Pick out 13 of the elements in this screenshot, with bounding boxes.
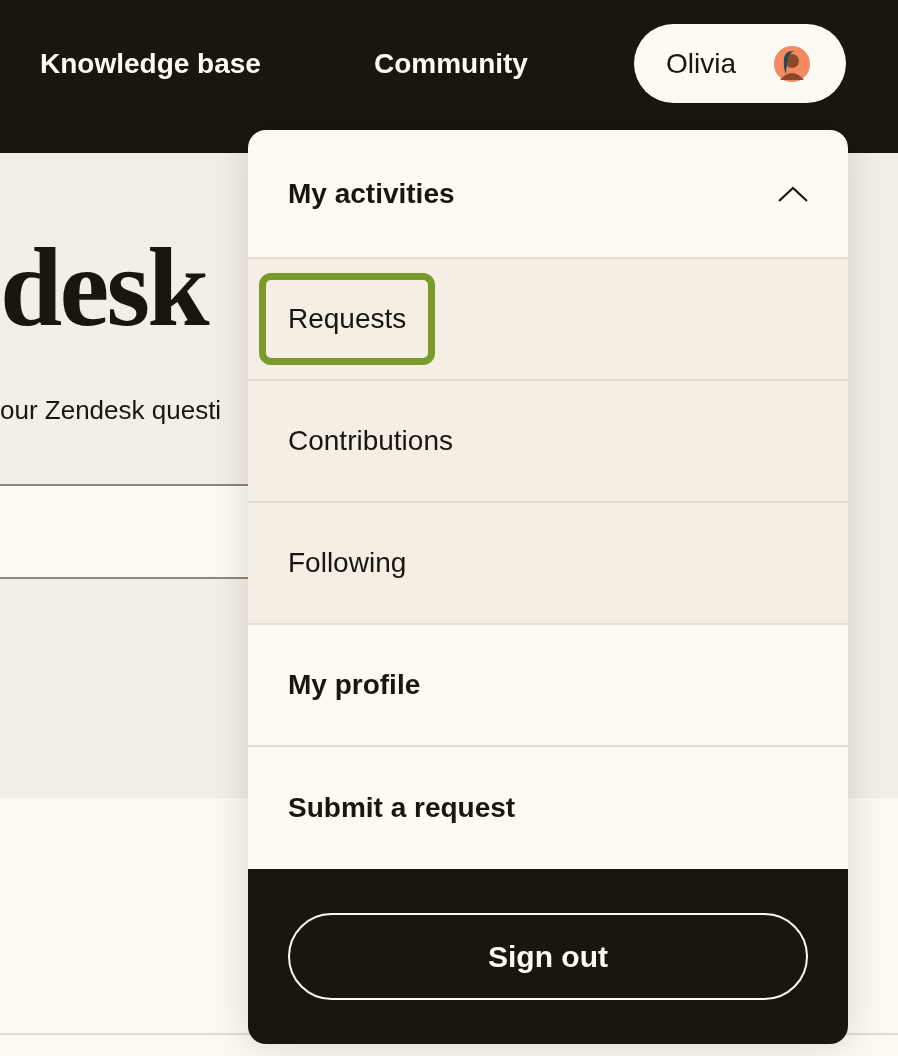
menu-item[interactable]: Submit a request bbox=[288, 787, 516, 829]
avatar-icon bbox=[774, 45, 810, 82]
menu-item[interactable]: Contributions bbox=[288, 420, 453, 462]
user-menu-button[interactable]: Olivia bbox=[634, 24, 846, 103]
menu-item[interactable]: My profile bbox=[288, 664, 421, 706]
chevron-up-icon bbox=[778, 185, 808, 202]
hero-title: desk bbox=[0, 231, 207, 343]
nav-link[interactable]: Knowledge base bbox=[40, 42, 261, 85]
nav-link[interactable]: Community bbox=[373, 42, 528, 85]
hero-subtitle: our Zendesk questi bbox=[0, 394, 222, 427]
sign-out-button[interactable]: Sign out bbox=[288, 913, 808, 1000]
menu-item[interactable]: Requests bbox=[259, 273, 436, 365]
menu-item[interactable]: Following bbox=[288, 542, 407, 584]
